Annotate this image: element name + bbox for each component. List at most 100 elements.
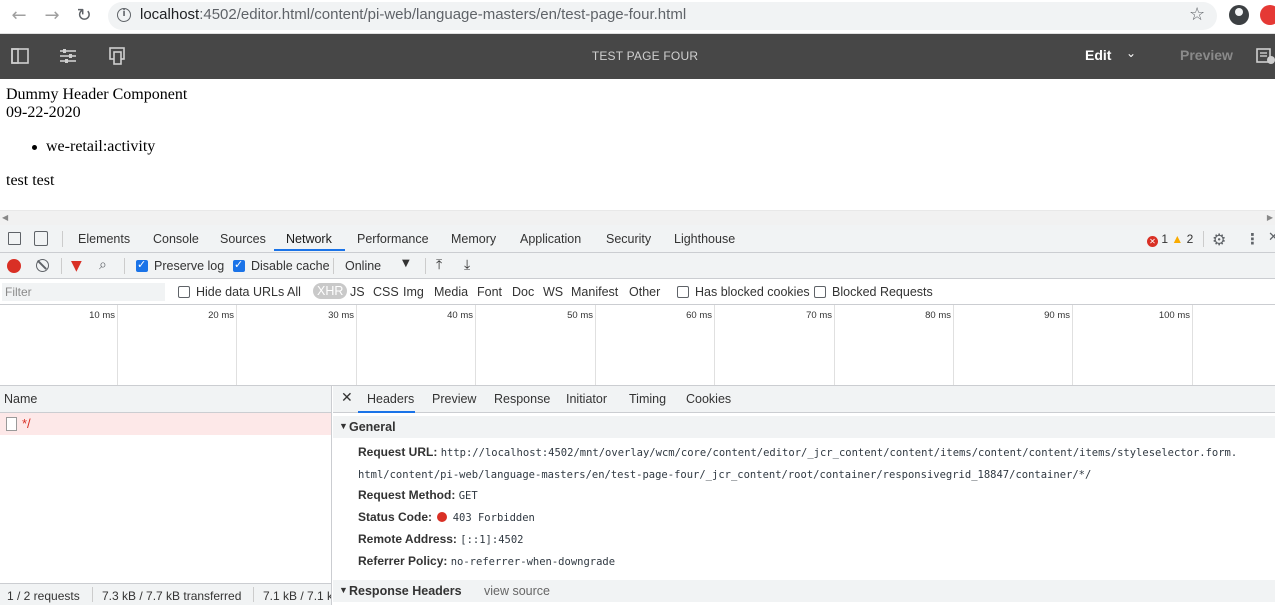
- remote-address-row: Remote Address: [::1]:4502: [358, 532, 524, 546]
- filter-type-ws[interactable]: WS: [543, 285, 563, 299]
- remote-address-value: [::1]:4502: [460, 534, 524, 546]
- table-row[interactable]: */: [0, 413, 331, 435]
- tab-headers[interactable]: Headers: [367, 392, 414, 406]
- divider: [425, 258, 426, 274]
- horizontal-scrollbar[interactable]: ◀ ▶: [0, 210, 1275, 225]
- filter-icon[interactable]: ▼: [71, 258, 82, 274]
- request-name[interactable]: */: [22, 416, 31, 431]
- divider: [92, 587, 93, 602]
- tab-performance[interactable]: Performance: [357, 232, 429, 246]
- divider: [124, 258, 125, 274]
- chevron-down-icon[interactable]: ⌄: [1126, 46, 1136, 60]
- tab-timing[interactable]: Timing: [629, 392, 666, 406]
- error-icon: ✕: [1147, 236, 1158, 247]
- info-icon[interactable]: i: [117, 8, 131, 22]
- back-arrow-icon[interactable]: ←: [8, 5, 30, 27]
- preview-button[interactable]: Preview: [1180, 47, 1233, 63]
- filter-type-doc[interactable]: Doc: [512, 285, 534, 299]
- request-summary-bar: 1 / 2 requests 7.3 kB / 7.7 kB transferr…: [0, 583, 331, 605]
- profile-avatar[interactable]: [1229, 5, 1249, 25]
- close-icon[interactable]: ✕: [341, 390, 353, 406]
- detail-tabbar: ✕ Headers Preview Response Initiator Tim…: [333, 386, 1275, 413]
- tab-memory[interactable]: Memory: [451, 232, 496, 246]
- record-icon[interactable]: [7, 259, 21, 273]
- file-icon: [6, 417, 17, 431]
- header-date: 09-22-2020: [6, 104, 81, 121]
- filter-type-css[interactable]: CSS: [373, 285, 399, 299]
- tab-initiator[interactable]: Initiator: [566, 392, 607, 406]
- device-toolbar-icon[interactable]: [34, 231, 48, 246]
- column-header-name[interactable]: Name: [4, 392, 37, 406]
- forward-arrow-icon[interactable]: →: [41, 5, 63, 27]
- search-icon[interactable]: ⌕: [99, 257, 107, 273]
- tab-preview[interactable]: Preview: [432, 392, 476, 406]
- referrer-policy-value: no-referrer-when-downgrade: [450, 556, 616, 568]
- import-har-icon[interactable]: ⤒: [436, 257, 442, 273]
- warning-count: 2: [1186, 232, 1194, 246]
- divider: [61, 258, 62, 274]
- filter-type-js[interactable]: JS: [350, 285, 365, 299]
- scroll-right-icon[interactable]: ▶: [1267, 213, 1273, 222]
- disable-cache-checkbox[interactable]: [233, 258, 245, 272]
- export-har-icon[interactable]: ⤓: [464, 257, 470, 273]
- page-title: TEST PAGE FOUR: [591, 49, 699, 63]
- network-overview-timeline[interactable]: 10 ms 20 ms 30 ms 40 ms 50 ms 60 ms 70 m…: [0, 305, 1275, 386]
- reload-icon[interactable]: ↻: [73, 5, 95, 27]
- filter-type-manifest[interactable]: Manifest: [571, 285, 618, 299]
- address-bar[interactable]: i localhost:4502/editor.html/content/pi-…: [108, 2, 1217, 30]
- filter-type-media[interactable]: Media: [434, 285, 468, 299]
- bookmark-star-icon[interactable]: ☆: [1189, 4, 1205, 25]
- tab-application[interactable]: Application: [520, 232, 581, 246]
- tab-lighthouse[interactable]: Lighthouse: [674, 232, 735, 246]
- preserve-log-checkbox[interactable]: [136, 258, 148, 272]
- filter-type-img[interactable]: Img: [403, 285, 424, 299]
- tick-label: 30 ms: [328, 310, 354, 321]
- clear-icon[interactable]: [36, 259, 49, 272]
- active-tab-indicator: [358, 411, 415, 413]
- view-source-link[interactable]: view source: [484, 584, 550, 598]
- tab-cookies[interactable]: Cookies: [686, 392, 731, 406]
- chevron-down-icon[interactable]: ▼: [402, 258, 410, 269]
- status-code-row: Status Code: 403 Forbidden: [358, 510, 535, 524]
- filter-type-all[interactable]: All: [287, 285, 301, 299]
- gear-icon[interactable]: ⚙: [1212, 230, 1226, 249]
- tab-sources[interactable]: Sources: [220, 232, 266, 246]
- tab-console[interactable]: Console: [153, 232, 199, 246]
- issues-badge[interactable]: ✕ 1 ▲ 2: [1147, 232, 1193, 247]
- browser-toolbar: ← → ↻ i localhost:4502/editor.html/conte…: [0, 0, 1275, 34]
- tab-network[interactable]: Network: [286, 232, 332, 246]
- request-method-row: Request Method: GET: [358, 488, 478, 502]
- more-options-icon[interactable]: ⋮: [1245, 230, 1260, 248]
- scroll-left-icon[interactable]: ◀: [2, 213, 8, 222]
- hide-data-urls-checkbox[interactable]: [178, 286, 190, 298]
- general-section-header[interactable]: ▼ General: [333, 416, 1275, 438]
- list-item: we-retail:activity: [31, 138, 156, 155]
- extension-icon[interactable]: [1260, 5, 1275, 25]
- annotations-icon[interactable]: [1256, 47, 1275, 65]
- tick-label: 50 ms: [567, 310, 593, 321]
- request-detail-panel: ✕ Headers Preview Response Initiator Tim…: [333, 386, 1275, 605]
- filter-type-font[interactable]: Font: [477, 285, 502, 299]
- inspect-element-icon[interactable]: [8, 232, 21, 245]
- filter-type-xhr[interactable]: XHR: [313, 283, 348, 299]
- blocked-requests-label: Blocked Requests: [832, 285, 933, 299]
- tick-label: 80 ms: [925, 310, 951, 321]
- filter-type-other[interactable]: Other: [629, 285, 660, 299]
- tab-security[interactable]: Security: [606, 232, 651, 246]
- throttling-select[interactable]: Online: [345, 259, 381, 273]
- response-headers-section-header[interactable]: ▼ Response Headers view source: [333, 580, 1275, 602]
- devtools-tabbar: Elements Console Sources Network Perform…: [0, 225, 1275, 253]
- triangle-down-icon: ▼: [339, 421, 348, 431]
- tab-elements[interactable]: Elements: [78, 232, 130, 246]
- edit-mode-button[interactable]: Edit: [1085, 47, 1111, 63]
- blocked-requests-checkbox[interactable]: [814, 286, 826, 298]
- close-icon[interactable]: ✕: [1268, 230, 1275, 245]
- divider: [333, 258, 334, 274]
- tab-response[interactable]: Response: [494, 392, 550, 406]
- tick-label: 100 ms: [1158, 310, 1190, 321]
- url-text[interactable]: localhost:4502/editor.html/content/pi-we…: [140, 6, 686, 23]
- filter-input[interactable]: [2, 283, 165, 301]
- divider: [253, 587, 254, 602]
- divider: [62, 231, 63, 247]
- blocked-cookies-checkbox[interactable]: [677, 286, 689, 298]
